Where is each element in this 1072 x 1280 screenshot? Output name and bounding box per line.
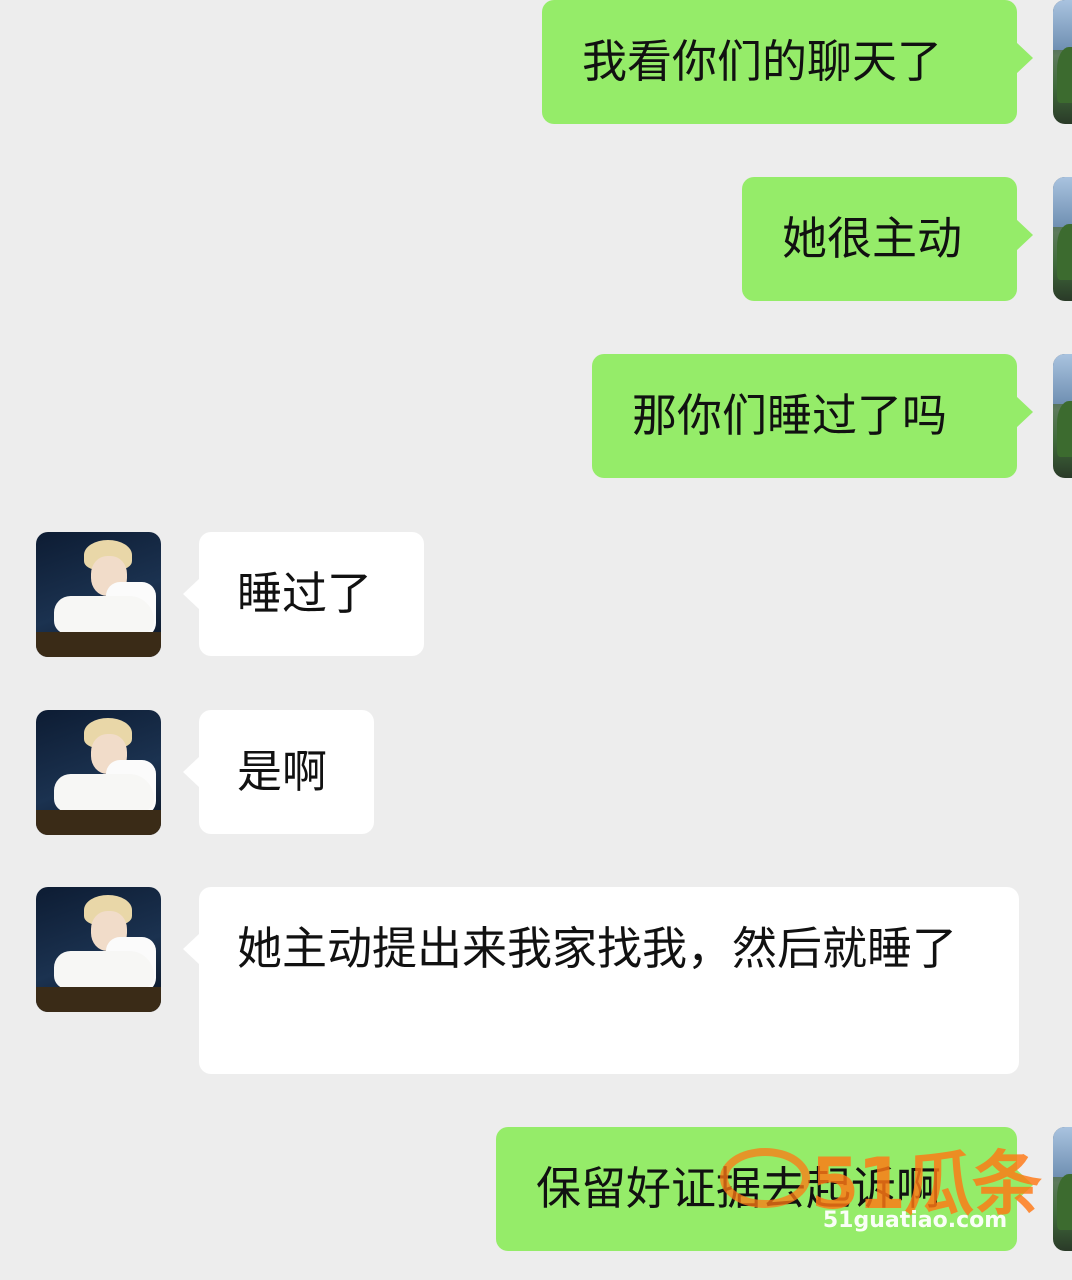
message-bubble-outgoing[interactable]: 保留好证据去起诉啊: [496, 1127, 1033, 1251]
message-bubble-incoming[interactable]: 她主动提出来我家找我，然后就睡了: [183, 887, 1019, 1074]
message-row-outgoing: 她很主动: [0, 177, 1072, 302]
avatar-tree: [1057, 224, 1072, 280]
my-avatar[interactable]: [1053, 0, 1072, 124]
message-text: 保留好证据去起诉啊: [536, 1162, 942, 1215]
message-bubble-outgoing[interactable]: 她很主动: [742, 177, 1033, 301]
message-bubble-outgoing[interactable]: 我看你们的聊天了: [542, 0, 1033, 124]
message-text: 我看你们的聊天了: [582, 35, 943, 88]
avatar-arm: [54, 774, 154, 812]
my-avatar[interactable]: [1053, 1127, 1072, 1251]
chat-view: 我看你们的聊天了 她很主动 那你们睡过了吗 睡过了 是啊 她主动提出来我家找我，…: [0, 0, 1072, 1280]
message-text: 是啊: [237, 745, 328, 798]
message-bubble-incoming[interactable]: 睡过了: [183, 532, 424, 656]
message-row-incoming: 睡过了: [0, 532, 1072, 657]
message-bubble-outgoing[interactable]: 那你们睡过了吗: [592, 354, 1033, 478]
message-text: 她主动提出来我家找我，然后就睡了: [237, 922, 958, 975]
avatar-tree: [1057, 401, 1072, 457]
avatar-sky: [1053, 177, 1072, 227]
contact-avatar[interactable]: [36, 710, 161, 835]
avatar-tree: [1057, 47, 1072, 103]
message-row-outgoing: 我看你们的聊天了: [0, 0, 1072, 125]
message-text: 睡过了: [237, 567, 373, 620]
avatar-arm: [54, 951, 154, 989]
message-row-incoming: 是啊: [0, 710, 1072, 835]
message-bubble-incoming[interactable]: 是啊: [183, 710, 374, 834]
avatar-sky: [1053, 354, 1072, 404]
message-text: 她很主动: [782, 212, 963, 265]
contact-avatar[interactable]: [36, 887, 161, 1012]
avatar-desk: [36, 987, 161, 1012]
my-avatar[interactable]: [1053, 354, 1072, 478]
message-text: 那你们睡过了吗: [632, 389, 948, 442]
avatar-desk: [36, 632, 161, 657]
message-row-outgoing: 保留好证据去起诉啊: [0, 1127, 1072, 1252]
avatar-arm: [54, 596, 154, 634]
my-avatar[interactable]: [1053, 177, 1072, 301]
contact-avatar[interactable]: [36, 532, 161, 657]
avatar-tree: [1057, 1174, 1072, 1230]
message-row-incoming: 她主动提出来我家找我，然后就睡了: [0, 887, 1072, 1077]
avatar-sky: [1053, 0, 1072, 50]
avatar-sky: [1053, 1127, 1072, 1177]
avatar-desk: [36, 810, 161, 835]
message-row-outgoing: 那你们睡过了吗: [0, 354, 1072, 479]
